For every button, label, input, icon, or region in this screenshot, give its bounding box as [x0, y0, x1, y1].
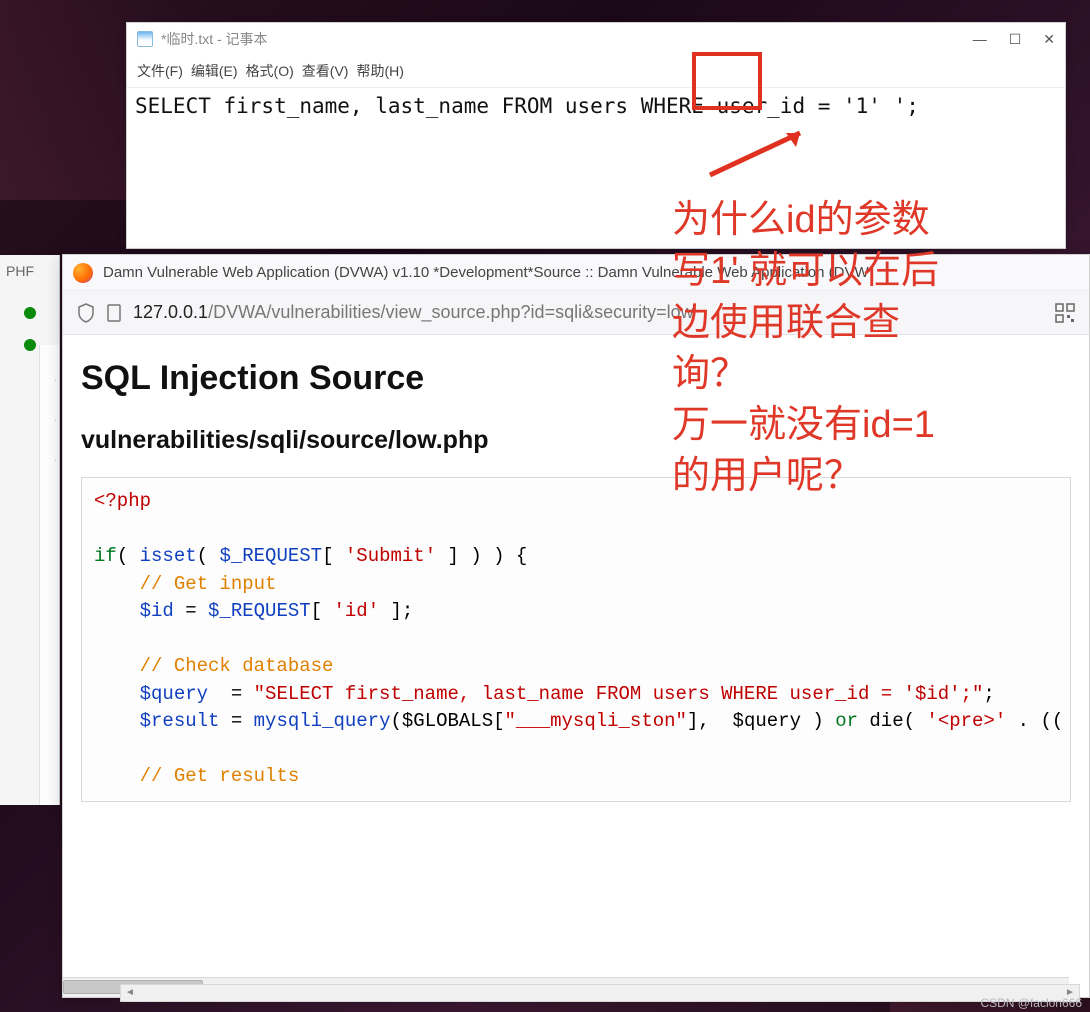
page-content: SQL Injection Source vulnerabilities/sql… — [63, 335, 1089, 957]
firefox-window: Damn Vulnerable Web Application (DVWA) v… — [62, 254, 1090, 998]
menu-view[interactable]: 查看(V) — [302, 61, 349, 81]
shield-icon[interactable] — [77, 303, 95, 323]
url-input[interactable]: 127.0.0.1/DVWA/vulnerabilities/view_sour… — [133, 302, 1045, 323]
annotation-box — [692, 52, 762, 110]
browser-title: Damn Vulnerable Web Application (DVWA) v… — [103, 264, 869, 281]
outer-horizontal-scrollbar[interactable]: ◄ ► — [120, 984, 1080, 1002]
notepad-title: *临时.txt - 记事本 — [161, 29, 268, 49]
ide-sidebar: PHF ··· — [0, 255, 60, 805]
source-code[interactable]: <?php if( isset( $_REQUEST[ 'Submit' ] )… — [81, 477, 1071, 802]
minimize-button[interactable]: — — [973, 31, 987, 48]
breakpoint-icon — [24, 339, 36, 351]
ide-file-label: PHF — [0, 255, 59, 287]
menu-format[interactable]: 格式(O) — [246, 61, 294, 81]
close-button[interactable]: ✕ — [1043, 31, 1055, 48]
menu-help[interactable]: 帮助(H) — [356, 61, 403, 81]
notepad-menubar: 文件(F) 编辑(E) 格式(O) 查看(V) 帮助(H) — [127, 55, 1065, 88]
menu-file[interactable]: 文件(F) — [137, 61, 183, 81]
firefox-icon — [73, 263, 93, 283]
qr-icon[interactable] — [1055, 303, 1075, 323]
notepad-window: *临时.txt - 记事本 — ☐ ✕ 文件(F) 编辑(E) 格式(O) 查看… — [126, 22, 1066, 249]
notepad-icon — [137, 31, 153, 47]
watermark-text: CSDN @faclon666 — [980, 996, 1082, 1010]
url-path: /DVWA/vulnerabilities/view_source.php?id… — [208, 302, 694, 322]
url-domain: 127.0.0.1 — [133, 302, 208, 322]
notepad-text: SELECT first_name, last_name FROM users … — [135, 94, 919, 118]
page-subtitle: vulnerabilities/sqli/source/low.php — [81, 426, 1071, 455]
browser-titlebar[interactable]: Damn Vulnerable Web Application (DVWA) v… — [63, 255, 1089, 291]
menu-edit[interactable]: 编辑(E) — [191, 61, 238, 81]
ide-ruler: ··· — [39, 345, 59, 805]
page-title: SQL Injection Source — [81, 359, 1071, 398]
breakpoint-icon — [24, 307, 36, 319]
address-bar: 127.0.0.1/DVWA/vulnerabilities/view_sour… — [63, 291, 1089, 335]
notepad-titlebar[interactable]: *临时.txt - 记事本 — ☐ ✕ — [127, 23, 1065, 55]
notepad-textarea[interactable]: SELECT first_name, last_name FROM users … — [127, 88, 1065, 248]
scroll-left-icon[interactable]: ◄ — [121, 985, 139, 1001]
maximize-button[interactable]: ☐ — [1009, 31, 1022, 48]
page-icon[interactable] — [105, 303, 123, 323]
